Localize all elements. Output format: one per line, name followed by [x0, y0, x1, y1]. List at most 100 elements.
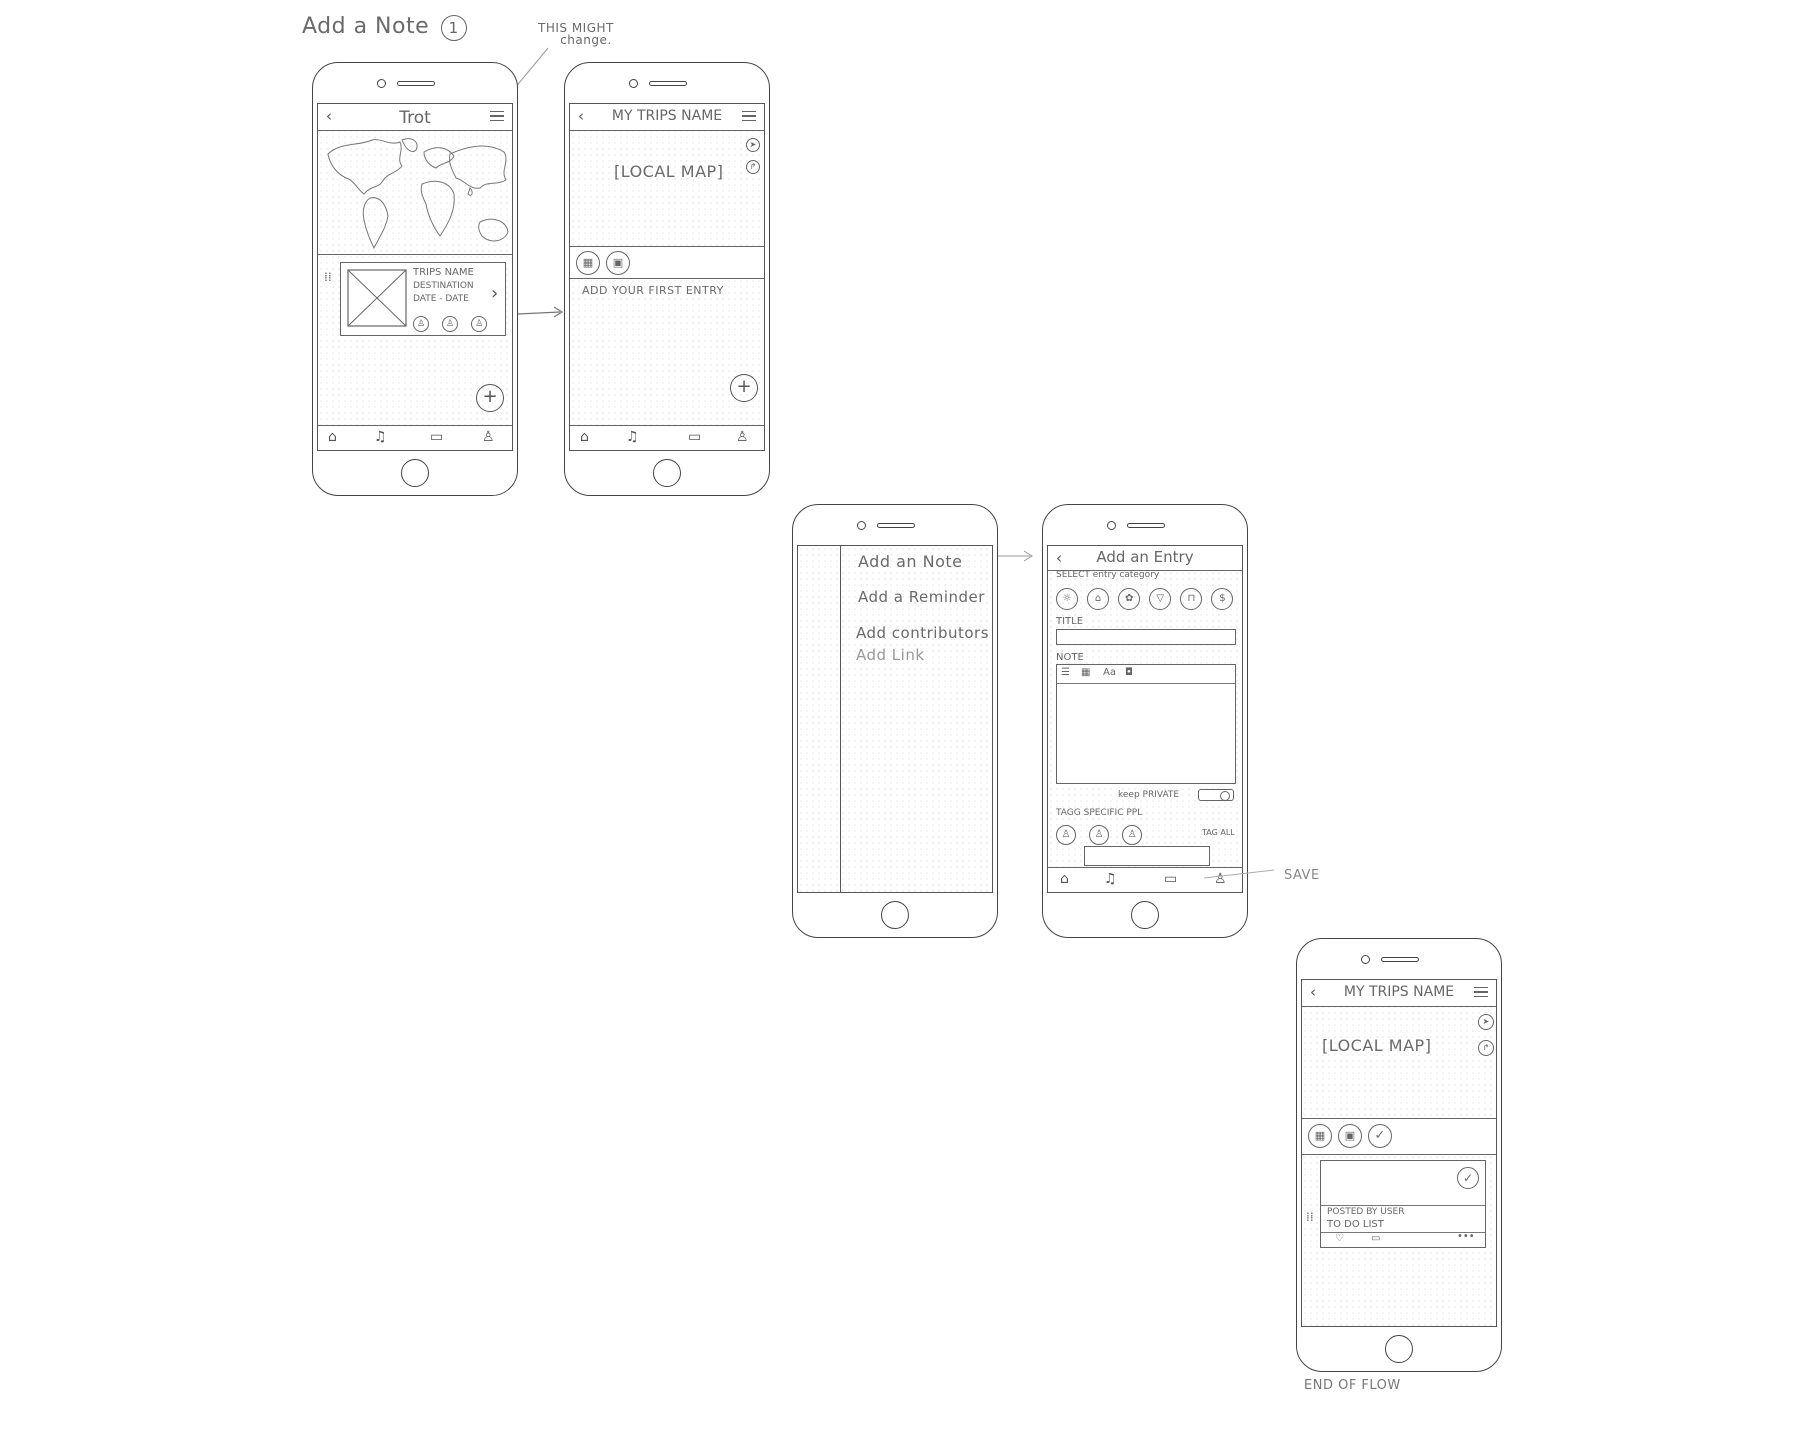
page-title-text: Add a Note — [302, 14, 430, 39]
view-toggle-bar: ▦ ▣ ✓ — [1302, 1119, 1496, 1153]
trip-card[interactable]: TRIPS NAME DESTINATION DATE - DATE ♙ ♙ ♙… — [340, 262, 506, 336]
flow-arrow — [998, 550, 1033, 562]
menu-icon[interactable] — [490, 111, 504, 124]
menu-item-add-reminder[interactable]: Add a Reminder — [858, 588, 985, 606]
trip-destination: DESTINATION — [413, 281, 474, 291]
sightseeing-icon[interactable]: ☼ — [1056, 588, 1078, 610]
avatar-icon[interactable]: ♙ — [1122, 825, 1143, 845]
avatar-icon[interactable]: ♙ — [1056, 825, 1076, 845]
profile-icon[interactable]: ♙ — [736, 429, 749, 445]
locate-icon[interactable]: ➤ — [1478, 1014, 1494, 1030]
dimmed-background[interactable] — [798, 546, 841, 892]
heart-icon[interactable]: ♡ — [1335, 1233, 1344, 1244]
camera-icon — [1107, 521, 1116, 530]
screen-add-entry: ‹ Add an Entry SELECT entry category ☼ ⌂… — [1047, 545, 1243, 893]
avatar-icon[interactable]: ♙ — [1089, 825, 1110, 845]
share-icon[interactable]: ↱ — [1478, 1040, 1494, 1056]
menu-item-add-link[interactable]: Add Link — [856, 646, 925, 664]
home-icon[interactable]: ⌂ — [328, 429, 337, 445]
phone-trips-list: ‹ Trot ⁞⁞ TRIPS NAME DESTINATION DATE - … — [312, 62, 518, 496]
locate-icon[interactable]: ➤ — [746, 138, 760, 152]
table-format-icon[interactable]: ▦ — [1081, 667, 1090, 678]
entry-screen-title: Add an Entry — [1096, 548, 1194, 566]
text-format-button[interactable]: Aa — [1103, 667, 1116, 678]
home-button — [1131, 901, 1159, 929]
empty-state-prompt: ADD YOUR FIRST ENTRY — [582, 284, 724, 297]
app-title: Trot — [399, 108, 431, 128]
drinks-icon[interactable]: ▽ — [1149, 588, 1172, 610]
gallery-view-icon[interactable]: ▣ — [606, 251, 630, 275]
category-picker: ☼ ⌂ ✿ ▽ ⊓ $ — [1056, 586, 1234, 610]
page-title: Add a Note 1 — [302, 14, 467, 41]
world-map[interactable] — [320, 132, 512, 252]
food-icon[interactable]: ✿ — [1118, 588, 1141, 610]
phone-trip-detail-empty: ‹ MY TRIPS NAME ➤ ↱ [LOCAL MAP] ▦ ▣ ADD … — [564, 62, 770, 496]
add-entry-button[interactable]: + — [730, 374, 758, 402]
top-bar: ‹ Add an Entry — [1048, 546, 1242, 571]
tag-people-label: TAGG SPECIFIC PPL — [1056, 808, 1143, 818]
checklist-view-icon[interactable]: ✓ — [1368, 1124, 1392, 1148]
home-button — [653, 459, 681, 487]
gallery-view-icon[interactable]: ▣ — [1338, 1124, 1362, 1148]
menu-icon[interactable] — [742, 111, 756, 124]
save-pointer — [1203, 869, 1275, 879]
more-options-button[interactable]: ••• — [1457, 1231, 1475, 1242]
home-button — [401, 459, 429, 487]
bell-icon[interactable]: ♫ — [626, 429, 639, 445]
chat-icon[interactable]: ▭ — [1164, 871, 1177, 887]
flow-arrow — [517, 306, 564, 318]
note-textarea[interactable]: ☰ ▦ Aa ◘ — [1056, 664, 1236, 784]
add-trip-button[interactable]: + — [476, 384, 504, 412]
menu-item-add-contributors[interactable]: Add contributors — [856, 624, 989, 642]
lodging-icon[interactable]: ⌂ — [1087, 588, 1110, 610]
home-icon[interactable]: ⌂ — [580, 429, 589, 445]
share-icon[interactable]: ↱ — [746, 160, 760, 174]
shopping-icon[interactable]: ⊓ — [1180, 588, 1203, 610]
tag-all-link[interactable]: TAG ALL — [1202, 828, 1235, 837]
toggle-divider — [1302, 1154, 1496, 1155]
avatar-icon: ♙ — [442, 316, 459, 332]
phone-add-menu: Add an Note Add a Reminder Add contribut… — [792, 504, 998, 938]
home-icon[interactable]: ⌂ — [1060, 871, 1069, 887]
phone-trip-detail-with-entry: ‹ MY TRIPS NAME ➤ ↱ [LOCAL MAP] ▦ ▣ ✓ ⁞⁞… — [1296, 938, 1502, 1372]
chat-icon[interactable]: ▭ — [688, 429, 701, 445]
keep-private-label: keep PRIVATE — [1118, 790, 1180, 800]
calendar-view-icon[interactable]: ▦ — [1308, 1124, 1332, 1148]
top-bar: ‹ Trot — [318, 104, 512, 131]
trip-title: MY TRIPS NAME — [1343, 984, 1455, 1000]
drag-handle-icon[interactable]: ⁞⁞ — [324, 271, 332, 283]
keep-private-toggle[interactable] — [1198, 789, 1234, 801]
comment-icon[interactable]: ▭ — [1371, 1233, 1380, 1244]
note-label: NOTE — [1056, 652, 1084, 663]
top-bar: ‹ MY TRIPS NAME — [1302, 980, 1496, 1007]
menu-item-add-note[interactable]: Add an Note — [858, 552, 962, 571]
page-number-badge: 1 — [440, 15, 467, 41]
speaker-grille — [1127, 523, 1165, 528]
camera-icon — [629, 79, 638, 88]
drag-handle-icon[interactable]: ⁞⁞ — [1306, 1211, 1314, 1223]
home-button — [1385, 1335, 1413, 1363]
avatar-icon: ♙ — [413, 316, 429, 332]
bell-icon[interactable]: ♫ — [1104, 871, 1117, 887]
tab-bar: ⌂ ♫ ▭ ♙ — [570, 425, 764, 450]
screen-trip-detail-empty: ‹ MY TRIPS NAME ➤ ↱ [LOCAL MAP] ▦ ▣ ADD … — [569, 103, 765, 451]
entry-card[interactable]: ✓ POSTED BY USER TO DO LIST ♡ ▭ ••• — [1320, 1160, 1486, 1248]
chat-icon[interactable]: ▭ — [430, 429, 443, 445]
local-map-placeholder[interactable]: [LOCAL MAP] — [614, 162, 723, 181]
save-button[interactable] — [1084, 846, 1210, 866]
list-format-icon[interactable]: ☰ — [1061, 667, 1070, 678]
bell-icon[interactable]: ♫ — [374, 429, 387, 445]
end-of-flow-label: END OF FLOW — [1304, 1378, 1401, 1393]
profile-icon[interactable]: ♙ — [482, 429, 495, 445]
money-icon[interactable]: $ — [1211, 588, 1234, 610]
speaker-grille — [1381, 957, 1419, 962]
menu-icon[interactable] — [1474, 987, 1488, 1000]
title-input[interactable] — [1056, 629, 1236, 645]
chevron-right-icon[interactable]: › — [491, 283, 498, 304]
view-toggle-bar: ▦ ▣ — [570, 247, 764, 277]
screen-trip-detail-with-entry: ‹ MY TRIPS NAME ➤ ↱ [LOCAL MAP] ▦ ▣ ✓ ⁞⁞… — [1301, 979, 1497, 1327]
camera-attach-icon[interactable]: ◘ — [1125, 667, 1133, 678]
local-map-placeholder[interactable]: [LOCAL MAP] — [1322, 1036, 1431, 1055]
calendar-view-icon[interactable]: ▦ — [576, 251, 600, 275]
note-toolbar: ☰ ▦ Aa ◘ — [1057, 665, 1235, 684]
